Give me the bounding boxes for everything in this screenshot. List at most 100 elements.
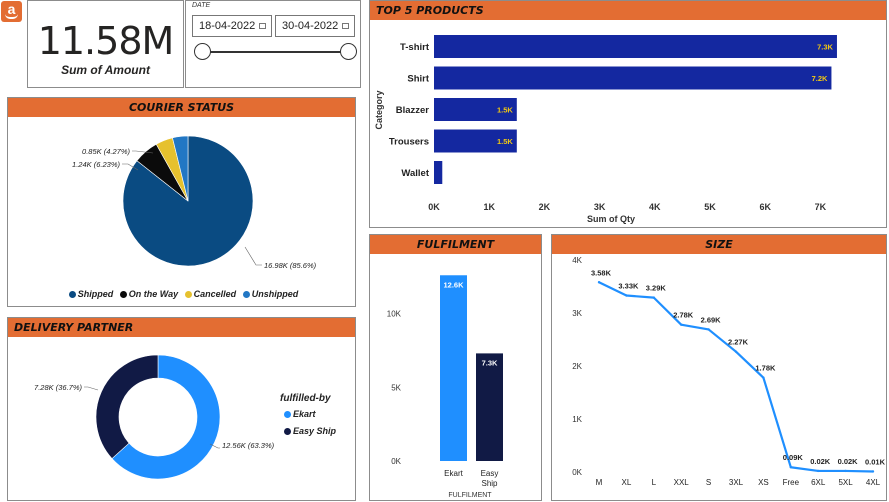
range-start-handle[interactable] [194, 43, 211, 60]
slice-label: 12.56K (63.3%) [222, 441, 275, 450]
data-point [844, 469, 847, 473]
y-tick-label: 0K [572, 468, 582, 477]
y-tick-label: 4K [572, 256, 582, 265]
data-point [625, 294, 628, 297]
y-tick-label: 3K [572, 309, 582, 318]
courier-status-title: COURIER STATUS [8, 98, 355, 117]
data-label: 12.6K [443, 280, 464, 289]
delivery-legend-title: fulfilled-by [280, 393, 331, 404]
category-label: M [596, 478, 603, 487]
amazon-logo: a [1, 1, 22, 22]
slice-label: 0.85K (4.27%) [82, 147, 130, 156]
date-range-track[interactable] [202, 51, 346, 53]
kpi-label: Sum of Amount [61, 63, 150, 77]
category-label: Wallet [401, 168, 429, 179]
end-date-value: 30-04-2022 [282, 20, 339, 32]
category-label: Free [783, 478, 800, 487]
data-label: 3.58K [591, 268, 612, 277]
data-point [652, 296, 655, 299]
slice-label: 16.98K (85.6%) [264, 261, 317, 270]
range-end-handle[interactable] [340, 43, 357, 60]
x-tick-label: 5K [704, 202, 716, 212]
data-label: 2.78K [673, 311, 694, 320]
x-tick-label: 4K [649, 202, 661, 212]
category-label: Ekart [444, 469, 463, 478]
category-label: 3XL [729, 478, 744, 487]
data-point [734, 350, 738, 353]
data-label: 0.02K [838, 457, 859, 466]
leader-line [84, 386, 99, 391]
courier-status-panel: COURIER STATUS 16.98K (85.6%) 1.24K (6.23… [7, 97, 356, 307]
data-label: 7.3K [817, 43, 833, 52]
bar [440, 275, 467, 461]
bar [434, 35, 837, 58]
top-products-title: TOP 5 PRODUCTS [370, 1, 886, 20]
logo-smile-icon [5, 14, 18, 19]
legend-label: On the Way [128, 289, 179, 299]
data-label: 0.01K [865, 457, 886, 466]
legend-label: Cancelled [193, 289, 237, 299]
data-label: 2.27K [728, 338, 749, 347]
bar [434, 66, 832, 90]
legend-item-unshipped[interactable]: Unshipped [239, 289, 299, 299]
data-point [789, 466, 792, 469]
data-label: 2.69K [701, 315, 722, 324]
x-axis-title: FULFILMENT [448, 492, 492, 499]
legend-item-shipped[interactable]: Shipped [65, 289, 114, 299]
start-date-value: 18-04-2022 [199, 20, 256, 32]
top-products-panel: TOP 5 PRODUCTS 0K 1K 2K 3K 4K 5K 6K 7K Sum of Qt… [369, 0, 887, 228]
legend-label: Unshipped [251, 289, 299, 299]
date-caption: DATE [192, 2, 211, 9]
legend-label: Ekart [293, 409, 316, 419]
x-tick-label: 0K [428, 202, 440, 212]
category-label: XL [622, 478, 632, 487]
data-label: 3.33K [618, 282, 639, 291]
x-tick-label: 7K [815, 202, 827, 212]
legend-item-cancelled[interactable]: Cancelled [181, 289, 237, 299]
category-label: Blazzer [396, 105, 430, 116]
size-title: SIZE [552, 235, 886, 254]
leader-line [244, 246, 262, 266]
y-tick-label: 1K [572, 415, 582, 424]
x-tick-label: 1K [483, 202, 495, 212]
end-date-input[interactable]: 30-04-2022 [275, 15, 355, 37]
fulfilment-panel: FULFILMENT 0K 5K 10K 12.6K Ekart 7.3K Easy Ship… [369, 234, 542, 501]
legend-item-ekart[interactable]: Ekart [284, 409, 316, 419]
data-label: 1.5K [497, 106, 513, 115]
fulfilment-chart: 0K 5K 10K 12.6K Ekart 7.3K EasyShip FULFILMENT [387, 275, 503, 499]
data-label: 1.5K [497, 137, 513, 146]
start-date-input[interactable]: 18-04-2022 [192, 15, 272, 37]
data-point [817, 469, 820, 473]
delivery-partner-panel: DELIVERY PARTNER 12.56K (63.3%) 7.28K (36… [7, 317, 356, 501]
category-label: S [706, 478, 711, 487]
data-point [680, 323, 683, 326]
kpi-card: 11.58M Sum of Amount [27, 0, 184, 88]
fulfilment-title: FULFILMENT [370, 235, 541, 254]
category-label: Trousers [389, 137, 429, 148]
category-label: 5XL [838, 478, 853, 487]
bar [476, 353, 503, 461]
x-tick-label: 6K [759, 202, 771, 212]
slice-label: 7.28K (36.7%) [34, 383, 82, 392]
donut-slice [95, 354, 159, 459]
delivery-partner-chart: 12.56K (63.3%) 7.28K (36.7%) [34, 354, 275, 480]
bar [434, 161, 443, 184]
delivery-partner-title: DELIVERY PARTNER [8, 318, 355, 337]
category-label: Shirt [407, 74, 429, 85]
legend-item-easy-ship[interactable]: Easy Ship [284, 426, 336, 436]
data-label: 7.2K [812, 74, 828, 83]
courier-status-chart: 16.98K (85.6%) 1.24K (6.23%) 0.85K (4.27%) [72, 135, 317, 270]
data-point [597, 281, 601, 284]
category-label: 6XL [811, 478, 826, 487]
category-label: L [652, 478, 657, 487]
legend-item-on-the-way[interactable]: On the Way [116, 289, 178, 299]
y-tick-label: 2K [572, 362, 582, 371]
calendar-icon[interactable] [342, 23, 349, 29]
calendar-icon[interactable] [259, 23, 266, 29]
top-products-chart: 0K 1K 2K 3K 4K 5K 6K 7K Sum of Qty Category T-shir… [374, 35, 837, 224]
legend-label: Shipped [77, 289, 114, 299]
data-label: 0.02K [810, 457, 831, 466]
x-tick-label: 2K [539, 202, 551, 212]
y-axis-title: Category [374, 90, 384, 129]
x-axis-title: Sum of Qty [587, 214, 635, 224]
